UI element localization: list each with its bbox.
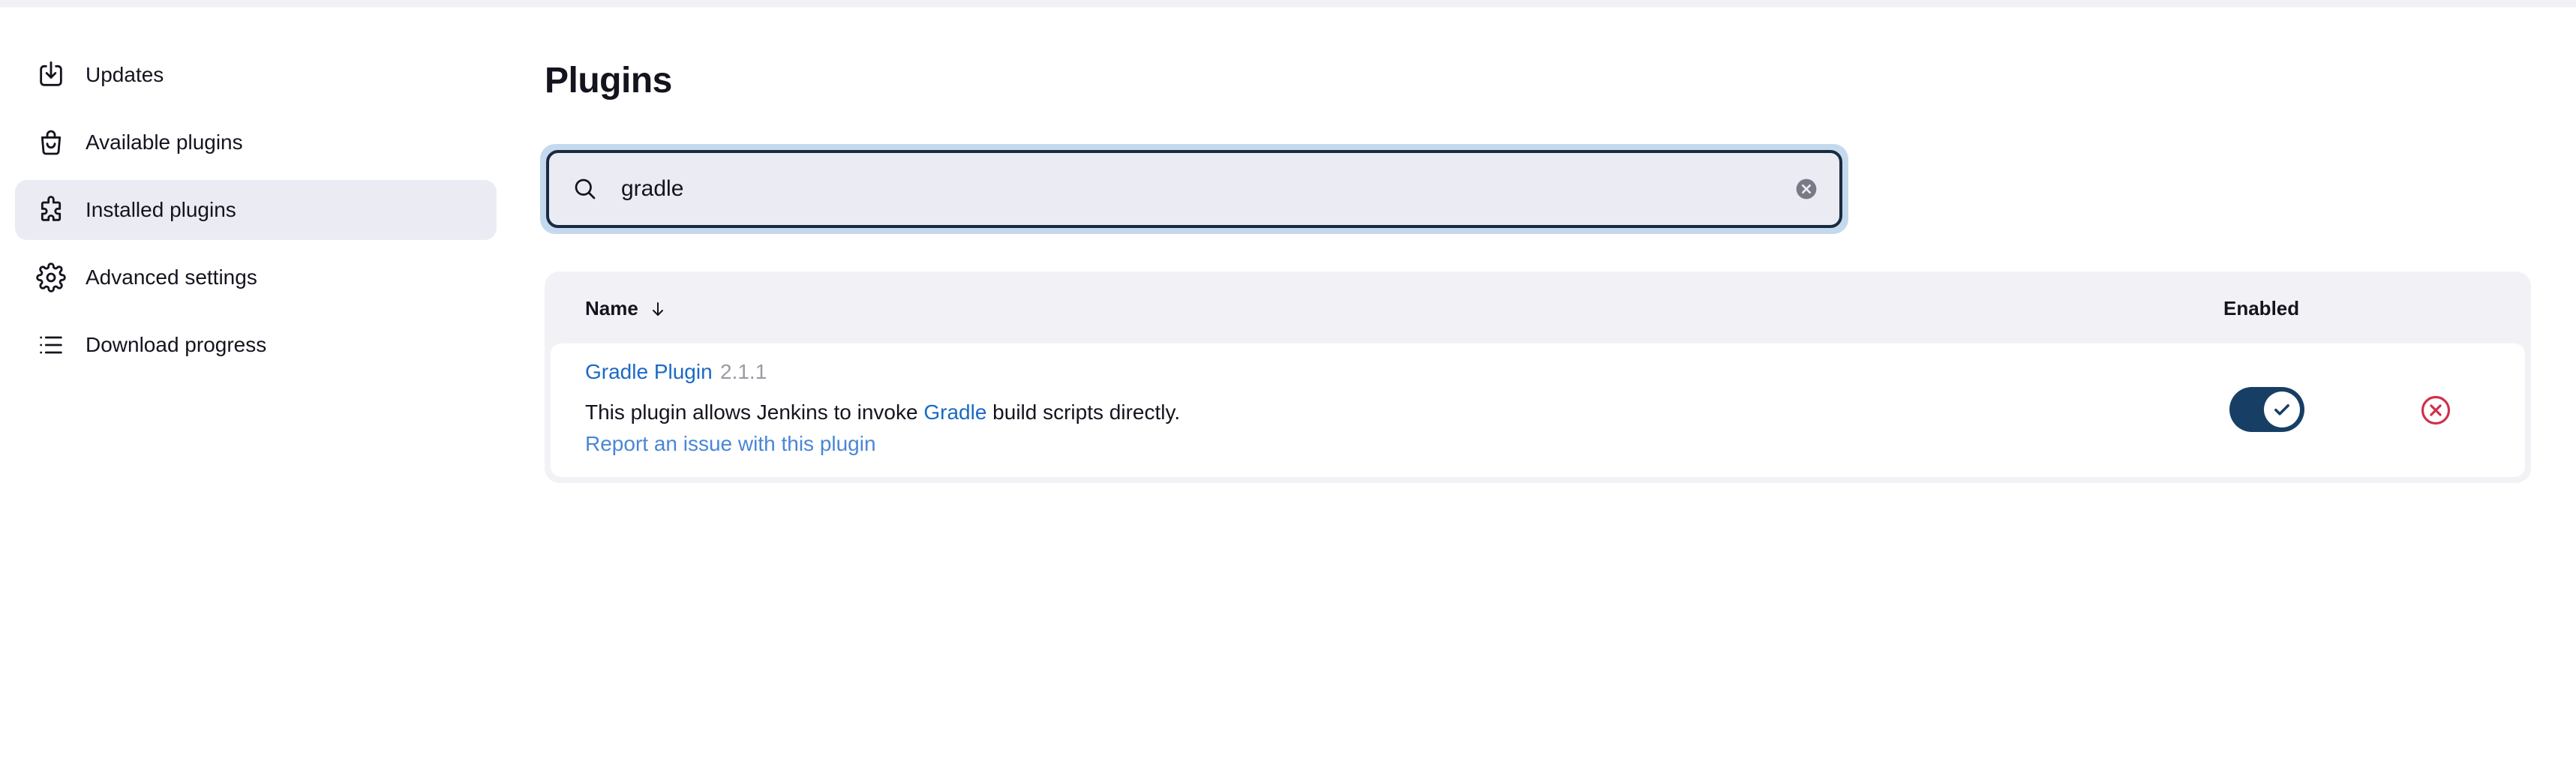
column-header-enabled: Enabled [2223, 297, 2300, 320]
search-focus-ring [540, 144, 1848, 234]
sidebar-item-updates[interactable]: Updates [15, 45, 497, 105]
table-header: Name Enabled [551, 272, 2525, 344]
search-icon [575, 178, 596, 200]
plugin-description-text: This plugin allows Jenkins to invoke [585, 400, 924, 424]
sidebar-item-label: Advanced settings [86, 266, 257, 289]
plugin-name-link[interactable]: Gradle Plugin [585, 360, 713, 384]
plugin-version: 2.1.1 [720, 360, 767, 383]
sidebar-item-available-plugins[interactable]: Available plugins [15, 112, 497, 172]
download-icon [36, 60, 66, 90]
gear-icon [36, 262, 66, 292]
sidebar-item-download-progress[interactable]: Download progress [15, 315, 497, 375]
close-circle-icon [2421, 395, 2451, 425]
toggle-knob [2264, 392, 2300, 428]
clear-search-icon[interactable] [1794, 177, 1818, 201]
page-title: Plugins [545, 61, 672, 100]
gradle-link[interactable]: Gradle [923, 400, 986, 424]
checkmark-icon [2274, 404, 2289, 416]
search-box[interactable] [546, 150, 1842, 228]
sidebar: Updates Available plugins Installed plug… [15, 45, 497, 382]
sort-descending-arrow-icon [652, 302, 663, 316]
sidebar-item-advanced-settings[interactable]: Advanced settings [15, 248, 497, 308]
plugins-table: Name Enabled Gradle Plugin 2.1.1 This pl… [545, 272, 2531, 483]
list-icon [36, 330, 66, 360]
enabled-toggle[interactable] [2229, 387, 2304, 432]
plugin-description: This plugin allows Jenkins to invoke Gra… [585, 400, 1180, 424]
sidebar-item-installed-plugins[interactable]: Installed plugins [15, 180, 497, 240]
uninstall-button[interactable] [2420, 394, 2451, 426]
sidebar-item-label: Available plugins [86, 130, 243, 154]
sidebar-item-label: Download progress [86, 333, 267, 356]
plugin-description-text-end: build scripts directly. [986, 400, 1181, 424]
shopping-bag-icon [36, 128, 66, 158]
sidebar-item-label: Installed plugins [86, 198, 236, 221]
sidebar-item-label: Updates [86, 63, 164, 86]
search-input[interactable] [621, 176, 1794, 202]
top-bar-strip [0, 0, 2576, 8]
puzzle-icon [36, 195, 66, 225]
column-header-name-label: Name [585, 297, 638, 320]
report-issue-link[interactable]: Report an issue with this plugin [585, 432, 876, 456]
column-header-name[interactable]: Name [585, 297, 667, 320]
table-row: Gradle Plugin 2.1.1 This plugin allows J… [551, 344, 2525, 477]
